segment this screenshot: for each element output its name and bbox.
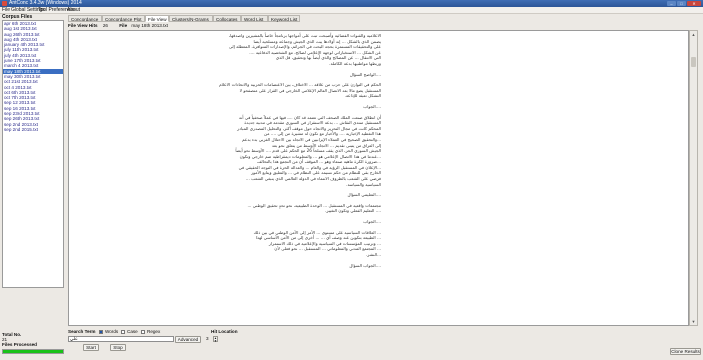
title-bar: AntConc 3.4.3w (Windows) 2014 – □ ✕	[0, 0, 703, 7]
tab-keyword-list[interactable]: Keyword List	[268, 15, 300, 22]
menu-bar: File Global Settings Tool Preferences Ab…	[0, 7, 703, 14]
file-text-body: الاعلامية والقنوات الفضائية وأصبحت تبث ع…	[209, 33, 381, 273]
text-paragraph: الحكم في التوازن على حزب من علاقة ... ال…	[219, 82, 381, 99]
scroll-down-icon[interactable]: ▼	[690, 318, 697, 325]
hit-location-value: 3	[206, 336, 209, 341]
text-paragraph: مجتمعات واقعية في المستقبل ... الوحدة ال…	[247, 202, 381, 214]
text-paragraph: ....الجواب السؤال	[349, 262, 381, 268]
minimize-button[interactable]: –	[667, 1, 676, 6]
corpus-file-item[interactable]: sep 2nd 2015.txt	[3, 127, 63, 132]
search-term-input[interactable]: علي	[68, 336, 174, 342]
tab-file-view[interactable]: File View	[145, 15, 169, 22]
file-text-pane[interactable]: الاعلامية والقنوات الفضائية وأصبحت تبث ع…	[68, 30, 689, 326]
vertical-scrollbar[interactable]: ▲ ▼	[689, 30, 698, 326]
file-view-header: File View Hits 26 File may 18th 2013.txt	[68, 22, 702, 29]
case-checkbox[interactable]	[121, 330, 125, 334]
text-paragraph: ....التعليمي السؤال	[347, 192, 381, 198]
file-value: may 18th 2013.txt	[131, 23, 168, 28]
text-paragraph: الاعلامية والقنوات الفضائية وأصبحت تبث ع…	[228, 33, 381, 66]
scroll-up-icon[interactable]: ▲	[690, 31, 697, 38]
tab-concordance-plot[interactable]: Concordance Plot	[102, 15, 145, 22]
files-processed-progress	[2, 349, 64, 354]
case-label: Case	[127, 329, 138, 334]
app-icon	[2, 1, 7, 6]
tab-clusters-ngrams[interactable]: Clusters/N-Grams	[169, 15, 213, 22]
text-paragraph: ... العلاقات السياسية على مستوى ... الأم…	[253, 229, 381, 257]
menu-file[interactable]: File	[2, 7, 10, 13]
text-paragraph: ....الجواب	[363, 219, 381, 225]
tab-collocates[interactable]: Collocates	[213, 15, 241, 22]
file-label: File	[119, 23, 128, 28]
search-term-label: Search Term	[68, 329, 96, 334]
clone-results-button[interactable]: Clone Results	[670, 348, 701, 355]
menu-about[interactable]: About	[67, 7, 80, 13]
corpus-file-list[interactable]: apr 6th 2013.txt aug 1st 2013.txt aug 26th…	[2, 20, 64, 288]
advanced-button[interactable]: Advanced	[175, 336, 201, 343]
hit-location-spinner[interactable]: ▲ ▼	[213, 336, 218, 342]
regex-checkbox[interactable]	[141, 330, 145, 334]
hit-location-label: Hit Location	[211, 329, 238, 334]
hits-label: File View Hits	[68, 23, 98, 28]
text-paragraph: ....الواضح السؤال	[349, 71, 381, 77]
start-button[interactable]: Start	[83, 344, 99, 351]
words-checkbox[interactable]	[99, 330, 103, 334]
regex-label: Regex	[147, 329, 161, 334]
tool-tabs: Concordance Concordance Plot File View C…	[68, 15, 702, 22]
files-processed-label: Files Processed	[2, 342, 37, 347]
text-paragraph: أن انطلاق صنعت الملك الصحف التي تعتمد قد…	[235, 114, 381, 187]
close-button[interactable]: ✕	[687, 1, 701, 6]
maximize-button[interactable]: □	[677, 1, 686, 6]
words-label: Words	[105, 329, 119, 334]
search-bar: Search Term Words Case Regex Hit Locatio…	[68, 329, 702, 359]
corpus-panel: Corpus Files apr 6th 2013.txt aug 1st 201…	[2, 14, 64, 355]
scroll-thumb[interactable]	[691, 57, 696, 67]
progress-fill	[3, 350, 63, 353]
hits-value: 26	[102, 23, 108, 28]
tab-concordance[interactable]: Concordance	[68, 15, 102, 22]
stop-button[interactable]: Stop	[110, 344, 126, 351]
window-title: AntConc 3.4.3w (Windows) 2014	[9, 0, 82, 6]
text-paragraph: ....الجواب	[363, 103, 381, 109]
tab-word-list[interactable]: Word List	[241, 15, 268, 22]
